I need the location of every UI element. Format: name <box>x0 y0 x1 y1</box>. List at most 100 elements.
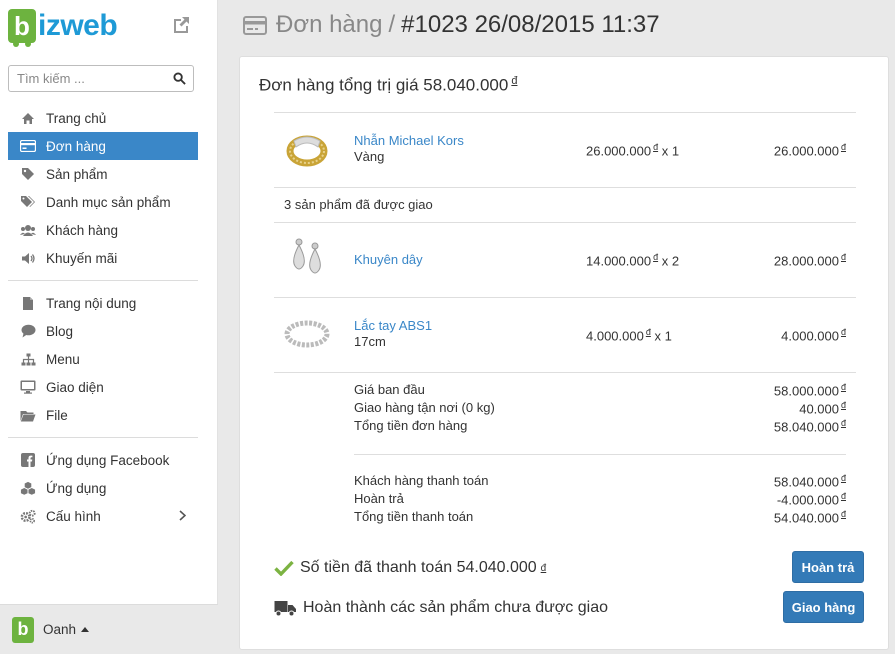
credit-card-icon <box>20 138 36 154</box>
summary-value: 58.040.000 đ <box>773 418 846 435</box>
gears-icon <box>20 508 36 524</box>
sidebar-item-label: Khuyến mãi <box>46 250 118 266</box>
product-image-earrings[interactable] <box>284 233 330 285</box>
currency-symbol: đ <box>511 75 518 87</box>
sidebar-item-pages[interactable]: Trang nội dung <box>8 289 198 317</box>
megaphone-icon <box>20 250 36 266</box>
sidebar-item-facebook-app[interactable]: Ứng dụng Facebook <box>8 446 198 474</box>
comment-icon <box>20 323 36 339</box>
sidebar-item-orders[interactable]: Đơn hàng <box>8 132 198 160</box>
payment-status: Số tiền đã thanh toán 54.040.000 đ <box>274 559 546 577</box>
sidebar-item-apps[interactable]: Ứng dụng <box>8 474 198 502</box>
tags-icon <box>20 194 36 210</box>
summary-label: Giao hàng tận nơi (0 kg) <box>354 400 495 415</box>
check-icon <box>274 560 294 576</box>
table-row: Lắc tay ABS1 17cm 4.000.000 đ x 1 4.000.0… <box>274 298 856 372</box>
product-image-bracelet[interactable] <box>284 308 330 360</box>
summary-value: 58.040.000 đ <box>773 473 846 490</box>
home-icon <box>20 110 36 126</box>
sidebar-item-label: Trang chủ <box>46 110 107 126</box>
logo-text: izweb <box>38 9 118 42</box>
search-icon[interactable] <box>173 72 186 85</box>
order-panel: Đơn hàng tổng trị giá 58.040.000 đ Nhẫn M… <box>239 56 889 650</box>
bizweb-logo[interactable]: b izweb <box>8 7 118 47</box>
fulfillment-status-text: Hoàn thành các sản phẩm chưa được giao <box>303 599 608 616</box>
product-image-ring[interactable] <box>284 123 330 175</box>
bracelet-icon <box>284 320 330 348</box>
tag-icon <box>20 166 36 182</box>
summary-label: Tổng tiền đơn hàng <box>354 418 468 433</box>
sidebar-item-label: File <box>46 407 68 423</box>
sidebar-item-products[interactable]: Sản phẩm <box>8 160 198 188</box>
sidebar-item-label: Ứng dụng <box>46 480 107 496</box>
cubes-icon <box>20 480 36 496</box>
sidebar-item-label: Ứng dụng Facebook <box>46 452 170 468</box>
refund-button[interactable]: Hoàn trả <box>792 551 864 583</box>
sidebar-item-categories[interactable]: Danh mục sản phẩm <box>8 188 198 216</box>
table-row: Khuyên dây 14.000.000 đ x 2 28.000.000 đ <box>274 223 856 297</box>
sidebar-item-label: Danh mục sản phẩm <box>46 194 171 210</box>
product-link[interactable]: Nhẫn Michael Kors <box>354 133 464 148</box>
sidebar-item-settings[interactable]: Cấu hình <box>8 502 198 530</box>
sidebar-item-label: Cấu hình <box>46 508 101 524</box>
product-variant: 17cm <box>354 334 386 349</box>
summary-label: Hoàn trả <box>354 491 404 506</box>
sidebar-item-menu[interactable]: Menu <box>8 345 198 373</box>
sidebar-item-label: Menu <box>46 351 80 367</box>
sidebar-item-label: Giao diện <box>46 379 104 395</box>
sidebar-item-blog[interactable]: Blog <box>8 317 198 345</box>
avatar: b <box>12 616 34 643</box>
order-items-table: Nhẫn Michael Kors Vàng 26.000.000 đ x 1 2… <box>274 112 856 545</box>
search-box <box>8 65 194 92</box>
product-link[interactable]: Khuyên dây <box>354 252 423 267</box>
currency-symbol: đ <box>540 562 547 574</box>
sidebar-divider <box>8 280 198 281</box>
product-variant: Vàng <box>354 149 385 164</box>
summary-value: -4.000.000 đ <box>776 491 846 508</box>
search-input[interactable] <box>9 66 159 91</box>
sidebar-item-customers[interactable]: Khách hàng <box>8 216 198 244</box>
sidebar-item-themes[interactable]: Giao diện <box>8 373 198 401</box>
summary-label: Tổng tiền thanh toán <box>354 509 474 524</box>
truck-icon <box>274 600 297 617</box>
sidebar-item-label: Blog <box>46 323 74 339</box>
page-title: #1023 26/08/2015 11:37 <box>401 11 660 38</box>
summary-value: 58.000.000 đ <box>773 382 846 399</box>
fulfillment-status: Hoàn thành các sản phẩm chưa được giao <box>274 599 608 617</box>
monitor-icon <box>20 379 36 395</box>
chevron-right-icon <box>179 510 186 521</box>
external-link-icon[interactable] <box>170 14 192 36</box>
product-link[interactable]: Lắc tay ABS1 <box>354 318 432 333</box>
file-icon <box>20 295 36 311</box>
order-total-text: Đơn hàng tổng trị giá 58.040.000 <box>259 75 509 95</box>
ship-button[interactable]: Giao hàng <box>783 591 864 623</box>
table-row: Nhẫn Michael Kors Vàng 26.000.000 đ x 1 2… <box>274 113 856 187</box>
sidebar-item-files[interactable]: File <box>8 401 198 429</box>
breadcrumb: Đơn hàng / #1023 26/08/2015 11:37 <box>243 10 660 40</box>
summary-value: 54.040.000 đ <box>773 509 846 526</box>
sidebar-item-label: Khách hàng <box>46 222 119 238</box>
line-total: 28.000.000 đ <box>773 252 846 269</box>
earrings-icon <box>293 238 321 274</box>
sidebar-item-promotions[interactable]: Khuyến mãi <box>8 244 198 272</box>
order-summary: Giá ban đầu 58.000.000 đ Giao hàng tận nơ… <box>274 373 856 455</box>
shipped-note: 3 sản phẩm đã được giao <box>284 197 433 212</box>
user-menu[interactable]: b Oanh <box>0 604 218 654</box>
sidebar-divider <box>8 437 198 438</box>
sitemap-icon <box>20 351 36 367</box>
breadcrumb-orders-link[interactable]: Đơn hàng <box>276 11 382 39</box>
sidebar: b izweb Trang chủ Đơn hàng <box>0 0 218 654</box>
sidebar-item-label: Trang nội dung <box>46 295 137 311</box>
user-name: Oanh <box>43 622 77 637</box>
order-total-heading: Đơn hàng tổng trị giá 58.040.000 đ <box>259 75 517 96</box>
facebook-icon <box>20 452 36 468</box>
sidebar-item-label: Sản phẩm <box>46 166 108 182</box>
sidebar-item-label: Đơn hàng <box>46 138 106 154</box>
breadcrumb-separator: / <box>388 11 396 38</box>
unit-price: 4.000.000 đ x 1 <box>586 327 672 344</box>
credit-card-icon <box>243 15 267 35</box>
sidebar-item-home[interactable]: Trang chủ <box>8 104 198 132</box>
unit-price: 14.000.000 đ x 2 <box>586 252 680 269</box>
caret-up-icon <box>81 627 90 632</box>
ring-icon <box>286 135 328 167</box>
